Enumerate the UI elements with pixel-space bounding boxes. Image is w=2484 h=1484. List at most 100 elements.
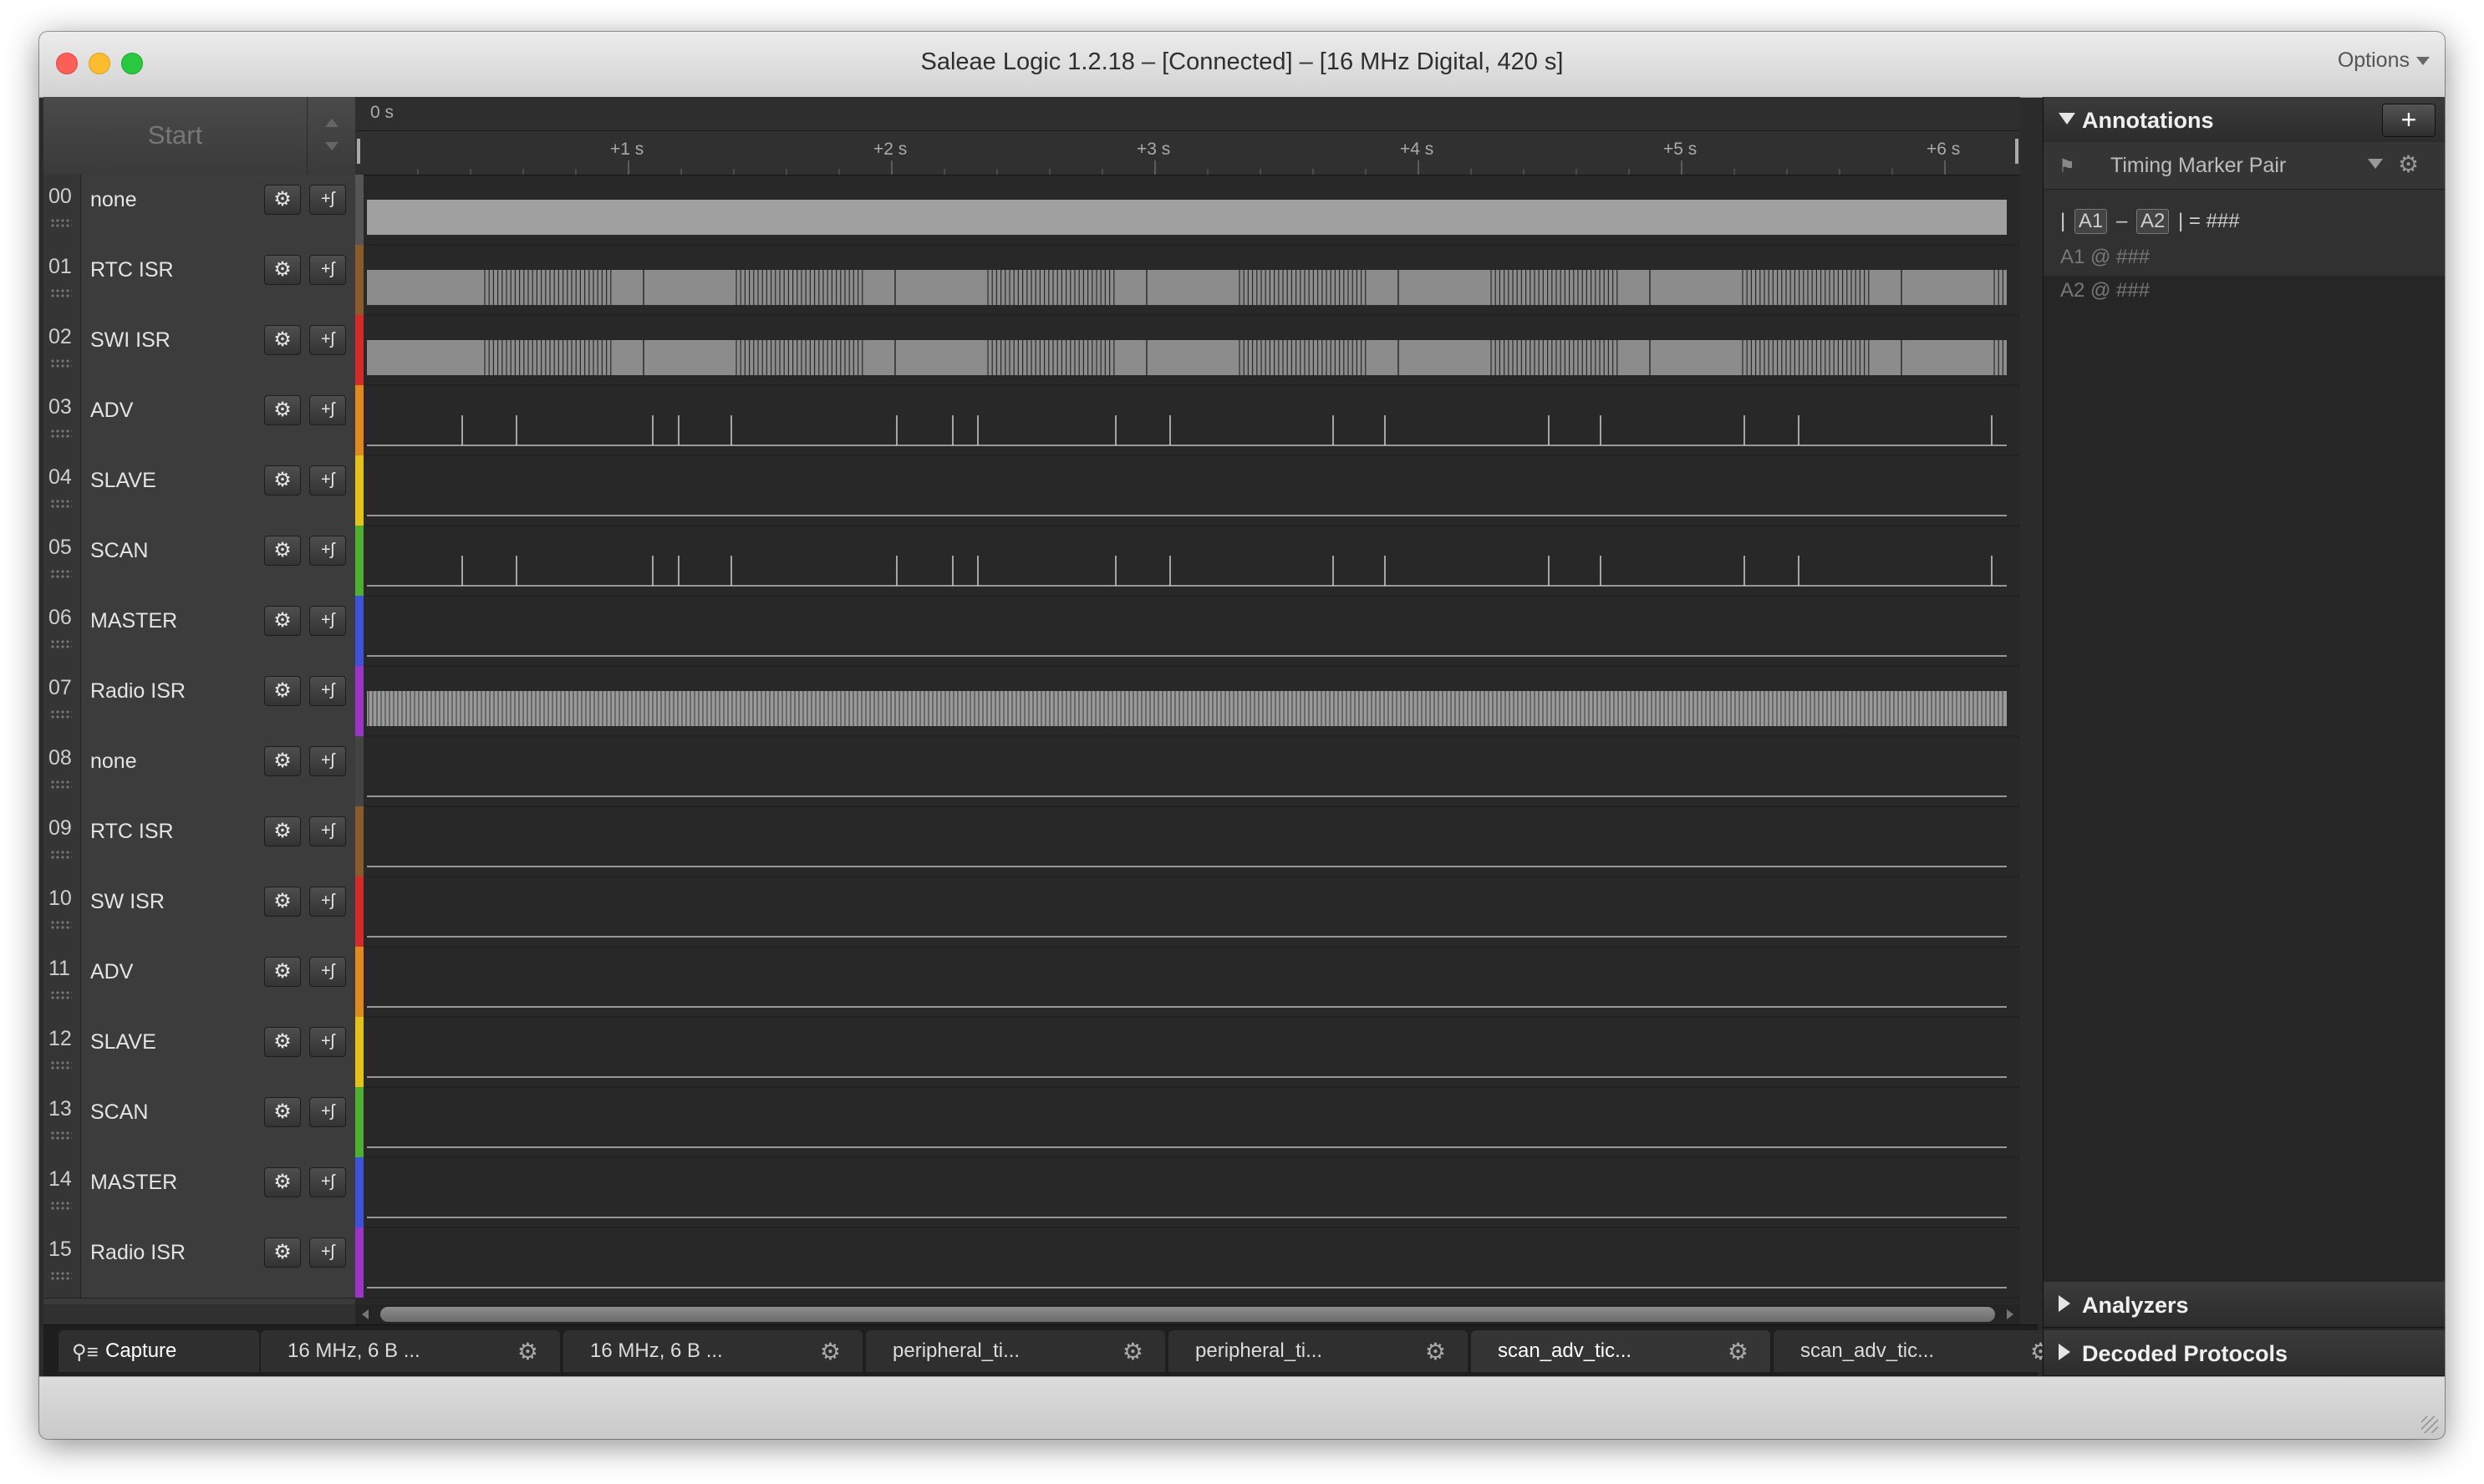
channel-number-cell[interactable]: 15 bbox=[43, 1227, 81, 1298]
timing-marker-pair-row[interactable]: ⚑ Timing Marker Pair ⚙ bbox=[2044, 142, 2445, 190]
marker-a2-box[interactable]: A2 bbox=[2135, 209, 2170, 234]
scroll-right-icon[interactable] bbox=[2007, 1309, 2013, 1319]
drag-handle-icon[interactable] bbox=[50, 780, 72, 790]
marker-a1-box[interactable]: A1 bbox=[2074, 209, 2108, 234]
channel-settings-button[interactable]: ⚙ bbox=[264, 1167, 301, 1197]
channel-name[interactable]: SCAN bbox=[90, 1100, 148, 1125]
channel-number-cell[interactable]: 12 bbox=[43, 1017, 81, 1087]
channel-name[interactable]: none bbox=[90, 188, 137, 212]
drag-handle-icon[interactable] bbox=[50, 1201, 72, 1211]
capture-tab[interactable]: ⚲≡ Capture bbox=[59, 1330, 259, 1372]
session-tab[interactable]: 16 MHz, 6 B ... ⚙ bbox=[261, 1330, 560, 1372]
analyzers-header[interactable]: Analyzers bbox=[2044, 1282, 2445, 1328]
arrow-down-icon[interactable] bbox=[325, 142, 338, 150]
channel-settings-button[interactable]: ⚙ bbox=[264, 957, 301, 987]
channel-settings-button[interactable]: ⚙ bbox=[264, 1097, 301, 1127]
channel-name[interactable]: Radio ISR bbox=[90, 679, 186, 704]
trigger-button[interactable]: +ʃ bbox=[309, 255, 346, 285]
resize-grip-icon[interactable] bbox=[2421, 1416, 2438, 1433]
waveform-traces[interactable] bbox=[355, 97, 2020, 1304]
channel-settings-button[interactable]: ⚙ bbox=[264, 1238, 301, 1268]
right-cursor-handle[interactable] bbox=[2015, 139, 2018, 164]
waveform-view[interactable]: 0 s +1 s +2 s +3 s +4 s +5 s +6 s bbox=[355, 97, 2020, 1304]
channel-row[interactable]: 03 ADV ⚙ +ʃ bbox=[43, 385, 355, 456]
channel-name[interactable]: RTC ISR bbox=[90, 258, 174, 282]
channel-row[interactable]: 11 ADV ⚙ +ʃ bbox=[43, 947, 355, 1018]
channel-name[interactable]: ADV bbox=[90, 399, 133, 423]
channel-number-cell[interactable]: 09 bbox=[43, 806, 81, 877]
channel-name[interactable]: SCAN bbox=[90, 539, 148, 563]
drag-handle-icon[interactable] bbox=[50, 920, 72, 930]
trigger-button[interactable]: +ʃ bbox=[309, 1167, 346, 1197]
session-tab[interactable]: 16 MHz, 6 B ... ⚙ bbox=[563, 1330, 863, 1372]
trigger-button[interactable]: +ʃ bbox=[309, 676, 346, 706]
trigger-button[interactable]: +ʃ bbox=[309, 887, 346, 917]
channel-row[interactable]: 09 RTC ISR ⚙ +ʃ bbox=[43, 806, 355, 877]
channel-row[interactable]: 07 Radio ISR ⚙ +ʃ bbox=[43, 666, 355, 737]
channel-row[interactable]: 02 SWI ISR ⚙ +ʃ bbox=[43, 315, 355, 386]
drag-handle-icon[interactable] bbox=[50, 499, 72, 509]
scrollbar-thumb[interactable] bbox=[380, 1307, 1995, 1322]
channel-settings-button[interactable]: ⚙ bbox=[264, 465, 301, 496]
channel-number-cell[interactable]: 10 bbox=[43, 877, 81, 947]
gear-icon[interactable]: ⚙ bbox=[2398, 150, 2419, 178]
filter-dropdown-icon[interactable] bbox=[2368, 159, 2383, 169]
channel-name[interactable]: none bbox=[90, 750, 137, 774]
horizontal-scrollbar[interactable] bbox=[355, 1304, 2020, 1324]
channel-number-cell[interactable]: 08 bbox=[43, 736, 81, 806]
channel-row[interactable]: 15 Radio ISR ⚙ +ʃ bbox=[43, 1227, 355, 1298]
trigger-button[interactable]: +ʃ bbox=[309, 185, 346, 215]
arrow-up-icon[interactable] bbox=[325, 119, 338, 127]
drag-handle-icon[interactable] bbox=[50, 850, 72, 860]
channel-row[interactable]: 13 SCAN ⚙ +ʃ bbox=[43, 1087, 355, 1158]
channel-settings-button[interactable]: ⚙ bbox=[264, 606, 301, 636]
disclosure-closed-icon[interactable] bbox=[2059, 1295, 2070, 1312]
channel-settings-button[interactable]: ⚙ bbox=[264, 746, 301, 776]
gear-icon[interactable]: ⚙ bbox=[820, 1338, 841, 1365]
channel-row[interactable]: 06 MASTER ⚙ +ʃ bbox=[43, 596, 355, 667]
left-cursor-handle[interactable] bbox=[357, 139, 360, 164]
drag-handle-icon[interactable] bbox=[50, 569, 72, 579]
trigger-button[interactable]: +ʃ bbox=[309, 325, 346, 355]
decoded-protocols-header[interactable]: Decoded Protocols bbox=[2044, 1330, 2445, 1376]
channel-settings-button[interactable]: ⚙ bbox=[264, 676, 301, 706]
channel-row[interactable]: 00 none ⚙ +ʃ bbox=[43, 175, 355, 246]
channel-row[interactable]: 01 RTC ISR ⚙ +ʃ bbox=[43, 245, 355, 316]
channel-name[interactable]: SLAVE bbox=[90, 1030, 156, 1055]
drag-handle-icon[interactable] bbox=[50, 1131, 72, 1141]
gear-icon[interactable]: ⚙ bbox=[1728, 1338, 1748, 1365]
trigger-button[interactable]: +ʃ bbox=[309, 816, 346, 846]
channel-name[interactable]: SWI ISR bbox=[90, 328, 171, 353]
session-tab[interactable]: scan_adv_tic... ⚙ bbox=[1471, 1330, 1770, 1372]
drag-handle-icon[interactable] bbox=[50, 358, 72, 368]
channel-number-cell[interactable]: 01 bbox=[43, 245, 81, 315]
trigger-button[interactable]: +ʃ bbox=[309, 395, 346, 425]
channel-name[interactable]: RTC ISR bbox=[90, 820, 174, 844]
trigger-button[interactable]: +ʃ bbox=[309, 465, 346, 496]
disclosure-closed-icon[interactable] bbox=[2059, 1344, 2070, 1360]
channel-name[interactable]: ADV bbox=[90, 960, 133, 984]
channel-number-cell[interactable]: 11 bbox=[43, 947, 81, 1017]
trigger-button[interactable]: +ʃ bbox=[309, 536, 346, 566]
channel-settings-button[interactable]: ⚙ bbox=[264, 395, 301, 425]
gear-icon[interactable]: ⚙ bbox=[517, 1338, 538, 1365]
trigger-button[interactable]: +ʃ bbox=[309, 746, 346, 776]
drag-handle-icon[interactable] bbox=[50, 639, 72, 649]
channel-number-cell[interactable]: 00 bbox=[43, 175, 81, 245]
add-annotation-button[interactable]: + bbox=[2382, 104, 2436, 137]
channel-number-cell[interactable]: 07 bbox=[43, 666, 81, 736]
drag-handle-icon[interactable] bbox=[50, 218, 72, 228]
channel-name[interactable]: MASTER bbox=[90, 1171, 177, 1195]
drag-handle-icon[interactable] bbox=[50, 709, 72, 719]
annotations-header[interactable]: Annotations + bbox=[2044, 97, 2445, 143]
start-button[interactable]: Start bbox=[43, 97, 355, 175]
channel-row[interactable]: 10 SW ISR ⚙ +ʃ bbox=[43, 877, 355, 948]
session-tab[interactable]: scan_adv_tic... ⚙ bbox=[1774, 1330, 2073, 1372]
channel-row[interactable]: 14 MASTER ⚙ +ʃ bbox=[43, 1157, 355, 1228]
channel-name[interactable]: MASTER bbox=[90, 609, 177, 633]
trigger-button[interactable]: +ʃ bbox=[309, 1027, 346, 1057]
trigger-button[interactable]: +ʃ bbox=[309, 606, 346, 636]
channel-row[interactable]: 05 SCAN ⚙ +ʃ bbox=[43, 526, 355, 597]
gear-icon[interactable]: ⚙ bbox=[1122, 1338, 1143, 1365]
channel-name[interactable]: SW ISR bbox=[90, 890, 165, 914]
